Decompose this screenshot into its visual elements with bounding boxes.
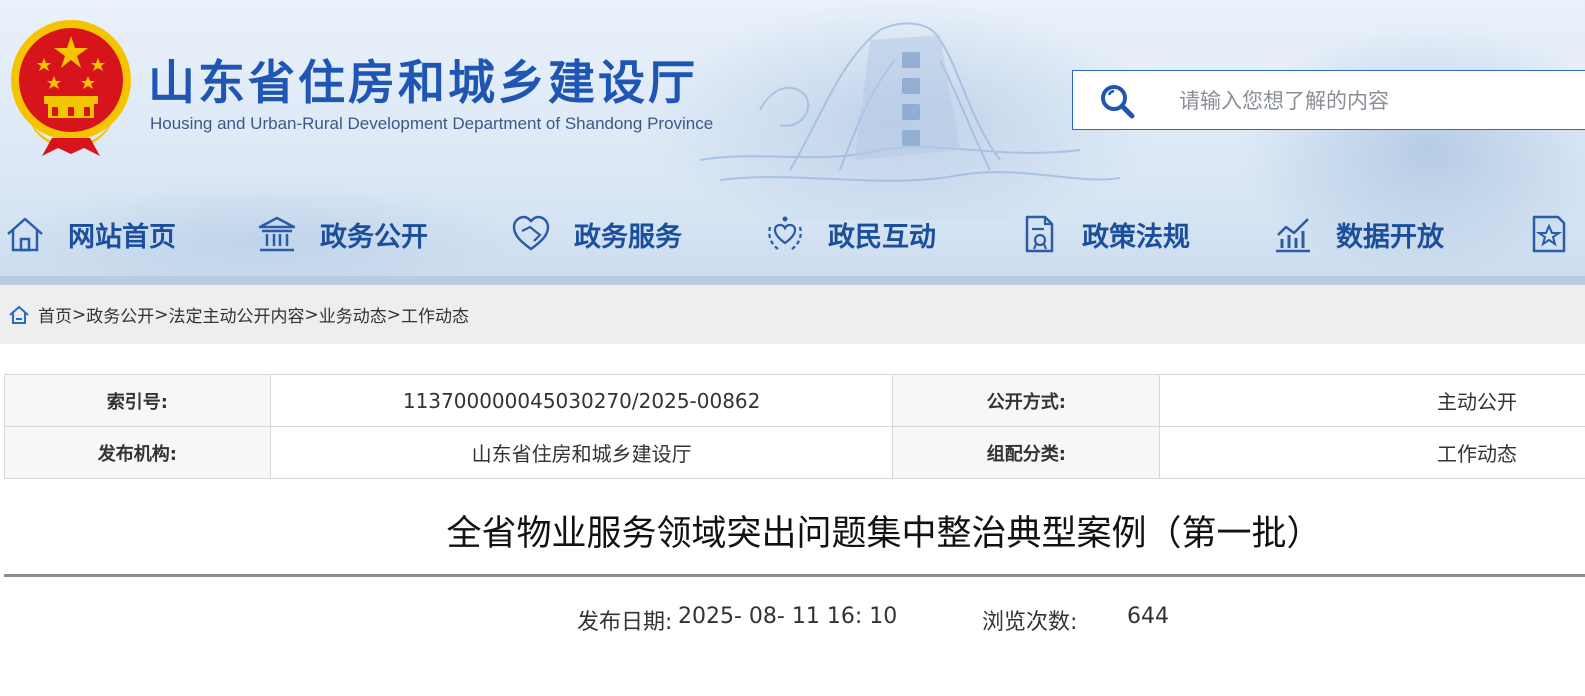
nav-label: 政务公开: [320, 221, 428, 253]
breadcrumb-separator: >: [72, 304, 87, 325]
nav-label: 网站首页: [68, 221, 176, 253]
nav-item-open-data[interactable]: 数据开放: [1272, 206, 1444, 262]
index-number-label: 索引号:: [4, 374, 271, 427]
nav-label: 政民互动: [828, 221, 936, 253]
publish-date-value: 2025- 08- 11 16: 10: [678, 604, 898, 629]
disclosure-mode-value: 主动公开: [1159, 374, 1585, 427]
site-title[interactable]: 山东省住房和城乡建设厅: [148, 44, 698, 113]
breadcrumb-statutory-disclosure[interactable]: 法定主动公开内容: [169, 302, 305, 327]
document-icon: [1025, 215, 1054, 253]
title-divider: [4, 574, 1585, 577]
nav-item-government-services[interactable]: 政务服务: [510, 206, 682, 262]
nav-label: 数据开放: [1336, 221, 1444, 253]
disclosure-mode-label: 公开方式:: [892, 374, 1161, 427]
national-emblem-icon: [11, 20, 131, 156]
handshake-heart-icon: [512, 215, 550, 251]
search-input[interactable]: [1179, 83, 1579, 119]
table-row: 索引号: 113700000045030270/2025-00862 公开方式:…: [4, 374, 1585, 427]
breadcrumb-work-news[interactable]: 工作动态: [401, 302, 469, 327]
category-label: 组配分类:: [892, 426, 1161, 479]
nav-item-government-affairs[interactable]: 政务公开: [256, 206, 428, 262]
breadcrumb-government-affairs[interactable]: 政务公开: [86, 302, 154, 327]
nav-label: 政务服务: [574, 221, 682, 253]
breadcrumb: 首页 > 政务公开 > 法定主动公开内容 > 业务动态 > 工作动态: [0, 285, 1585, 344]
main-nav: 网站首页 政务公开 政务服务 政民互动 政策法规 数据开放: [0, 206, 1585, 262]
document-info-table: 索引号: 113700000045030270/2025-00862 公开方式:…: [4, 374, 1585, 479]
site-subtitle: Housing and Urban-Rural Development Depa…: [150, 114, 714, 133]
nav-item-public-interaction[interactable]: 政民互动: [764, 206, 936, 262]
article-title: 全省物业服务领域突出问题集中整治典型案例（第一批）: [446, 514, 1322, 554]
government-building-icon: [258, 216, 296, 252]
home-icon: [9, 305, 29, 324]
table-row: 发布机构: 山东省住房和城乡建设厅 组配分类: 工作动态: [4, 426, 1585, 479]
publish-date-label: 发布日期:: [577, 610, 673, 635]
nav-item-home[interactable]: 网站首页: [4, 206, 176, 262]
heart-hands-icon: [768, 216, 802, 250]
nav-item-more[interactable]: [1528, 206, 1570, 262]
breadcrumb-business-news[interactable]: 业务动态: [319, 302, 387, 327]
search-box[interactable]: [1072, 70, 1585, 130]
view-count-label: 浏览次数:: [982, 610, 1078, 635]
publisher-value: 山东省住房和城乡建设厅: [269, 426, 894, 479]
breadcrumb-separator: >: [154, 304, 169, 325]
breadcrumb-home[interactable]: 首页: [38, 302, 72, 327]
category-value: 工作动态: [1159, 426, 1585, 479]
home-icon: [7, 217, 43, 252]
index-number-value: 113700000045030270/2025-00862: [269, 374, 894, 427]
header-bottom-bar: [0, 276, 1585, 285]
breadcrumb-separator: >: [386, 304, 401, 325]
nav-item-policies[interactable]: 政策法规: [1018, 206, 1190, 262]
site-header: 山东省住房和城乡建设厅 Housing and Urban-Rural Deve…: [0, 0, 1585, 285]
publisher-label: 发布机构:: [4, 426, 271, 479]
view-count-value: 644: [1127, 604, 1169, 629]
search-icon[interactable]: [1099, 83, 1135, 119]
nav-label: 政策法规: [1082, 221, 1190, 253]
breadcrumb-separator: >: [304, 304, 319, 325]
chart-icon: [1276, 218, 1310, 253]
star-document-icon: [1532, 215, 1566, 253]
